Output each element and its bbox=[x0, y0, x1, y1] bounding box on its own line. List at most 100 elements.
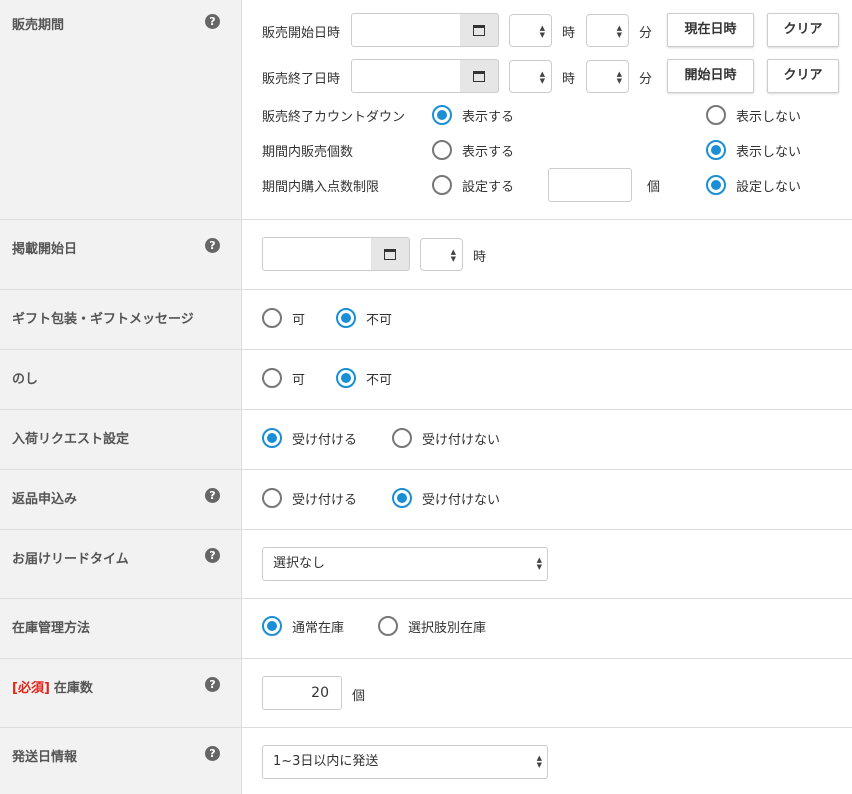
hour-unit: 時 bbox=[473, 250, 487, 265]
returns-reject-radio[interactable] bbox=[392, 488, 412, 508]
limit-set-radio[interactable] bbox=[432, 175, 452, 195]
help-icon[interactable]: ? bbox=[205, 746, 220, 761]
limit-set-label: 設定する bbox=[462, 180, 515, 195]
stock-normal-label: 通常在庫 bbox=[292, 621, 345, 636]
count-show-radio[interactable] bbox=[432, 140, 452, 160]
label-column: お届けリードタイム ? bbox=[0, 530, 242, 598]
sales-period-label: 販売期間 bbox=[12, 18, 65, 33]
noshi-no-label: 不可 bbox=[366, 373, 393, 388]
lead-time-select[interactable]: 選択なし ▲ ▼ bbox=[262, 547, 548, 581]
returns-accept-radio[interactable] bbox=[262, 488, 282, 508]
label-column: 返品申込み ? bbox=[0, 470, 242, 529]
publish-start-date-input[interactable] bbox=[262, 237, 372, 271]
restock-request-row: 入荷リクエスト設定 受け付ける 受け付けない bbox=[0, 410, 852, 470]
purchase-limit-input[interactable] bbox=[548, 168, 632, 202]
restock-accept-radio[interactable] bbox=[262, 428, 282, 448]
calendar-icon bbox=[384, 249, 396, 260]
label-column: [必須] 在庫数 ? bbox=[0, 659, 242, 727]
stock-method-label: 在庫管理方法 bbox=[12, 621, 91, 636]
limit-unset-radio[interactable] bbox=[706, 175, 726, 195]
calendar-icon bbox=[473, 71, 485, 82]
clear-end-button[interactable]: クリア bbox=[767, 59, 839, 93]
limit-unit: 個 bbox=[647, 180, 661, 195]
minute-unit: 分 bbox=[639, 26, 653, 41]
stock-normal-radio[interactable] bbox=[262, 616, 282, 636]
label-column: 在庫管理方法 bbox=[0, 599, 242, 658]
label-column: のし bbox=[0, 350, 242, 409]
calendar-icon bbox=[473, 25, 485, 36]
required-badge: [必須] bbox=[12, 681, 50, 696]
help-icon[interactable]: ? bbox=[205, 677, 220, 692]
noshi-no-radio[interactable] bbox=[336, 368, 356, 388]
gift-yes-radio[interactable] bbox=[262, 308, 282, 328]
label-column: 販売期間 ? bbox=[0, 0, 242, 219]
gift-yes-label: 可 bbox=[292, 313, 306, 328]
help-icon[interactable]: ? bbox=[205, 238, 220, 253]
help-icon[interactable]: ? bbox=[205, 14, 220, 29]
hour-unit: 時 bbox=[562, 26, 576, 41]
sales-end-minute-select[interactable]: ▲ ▼ bbox=[586, 60, 629, 93]
publish-start-calendar-button[interactable] bbox=[371, 237, 410, 271]
chevron-updown-icon: ▲ ▼ bbox=[536, 556, 542, 571]
gift-no-radio[interactable] bbox=[336, 308, 356, 328]
sales-start-minute-select[interactable]: ▲ ▼ bbox=[586, 14, 629, 47]
help-icon[interactable]: ? bbox=[205, 548, 220, 563]
clear-start-button[interactable]: クリア bbox=[767, 13, 839, 47]
sales-count-label: 期間内販売個数 bbox=[262, 145, 354, 160]
countdown-hide-label: 表示しない bbox=[736, 110, 802, 125]
returns-reject-label: 受け付けない bbox=[422, 493, 501, 508]
label-column: 発送日情報 ? bbox=[0, 728, 242, 794]
start-datetime-button[interactable]: 開始日時 bbox=[667, 59, 754, 93]
returns-row: 返品申込み ? 受け付ける 受け付けない bbox=[0, 470, 852, 530]
count-hide-radio[interactable] bbox=[706, 140, 726, 160]
returns-label: 返品申込み bbox=[12, 492, 78, 507]
stock-by-option-label: 選択肢別在庫 bbox=[408, 621, 487, 636]
help-icon[interactable]: ? bbox=[205, 488, 220, 503]
countdown-show-radio[interactable] bbox=[432, 105, 452, 125]
noshi-yes-radio[interactable] bbox=[262, 368, 282, 388]
lead-time-label: お届けリードタイム bbox=[12, 552, 129, 567]
sales-end-label: 販売終了日時 bbox=[262, 72, 341, 87]
minute-unit: 分 bbox=[639, 72, 653, 87]
returns-accept-label: 受け付ける bbox=[292, 493, 358, 508]
stock-count-input[interactable]: 20 bbox=[262, 676, 342, 710]
sales-start-date-input[interactable] bbox=[351, 13, 461, 47]
stock-by-option-radio[interactable] bbox=[378, 616, 398, 636]
hour-unit: 時 bbox=[562, 72, 576, 87]
countdown-label: 販売終了カウントダウン bbox=[262, 110, 406, 125]
stock-count-row: [必須] 在庫数 ? 20 個 bbox=[0, 659, 852, 728]
gift-row: ギフト包装・ギフトメッセージ 可 不可 bbox=[0, 290, 852, 350]
noshi-yes-label: 可 bbox=[292, 373, 306, 388]
purchase-limit-label: 期間内購入点数制限 bbox=[262, 180, 380, 195]
label-column: ギフト包装・ギフトメッセージ bbox=[0, 290, 242, 349]
stock-count-label: 在庫数 bbox=[53, 681, 93, 696]
sales-end-calendar-button[interactable] bbox=[460, 59, 499, 93]
gift-no-label: 不可 bbox=[366, 313, 393, 328]
restock-accept-label: 受け付ける bbox=[292, 433, 358, 448]
limit-unset-label: 設定しない bbox=[736, 180, 802, 195]
shipping-info-selected: 1~3日以内に発送 bbox=[273, 754, 379, 769]
sales-start-hour-select[interactable]: ▲ ▼ bbox=[509, 14, 552, 47]
sales-end-hour-select[interactable]: ▲ ▼ bbox=[509, 60, 552, 93]
now-datetime-button[interactable]: 現在日時 bbox=[667, 13, 754, 47]
stock-count-label-group: [必須] 在庫数 bbox=[12, 677, 93, 696]
sales-end-date-input[interactable] bbox=[351, 59, 461, 93]
publish-start-row: 掲載開始日 ? ▲ ▼ 時 bbox=[0, 220, 852, 290]
noshi-row: のし 可 不可 bbox=[0, 350, 852, 410]
shipping-info-select[interactable]: 1~3日以内に発送 ▲ ▼ bbox=[262, 745, 548, 779]
countdown-show-label: 表示する bbox=[462, 110, 515, 125]
restock-reject-radio[interactable] bbox=[392, 428, 412, 448]
sales-start-label: 販売開始日時 bbox=[262, 26, 341, 41]
publish-start-label: 掲載開始日 bbox=[12, 242, 78, 257]
sales-period-row: 販売期間 ? 販売開始日時 ▲ ▼ 時 ▲ ▼ 分 現在日時 クリア 販売終了日時 … bbox=[0, 0, 852, 220]
chevron-updown-icon: ▲ ▼ bbox=[536, 754, 542, 769]
label-column: 入荷リクエスト設定 bbox=[0, 410, 242, 469]
lead-time-selected: 選択なし bbox=[273, 556, 326, 571]
publish-start-hour-select[interactable]: ▲ ▼ bbox=[420, 238, 463, 271]
shipping-info-label: 発送日情報 bbox=[12, 750, 78, 765]
countdown-hide-radio[interactable] bbox=[706, 105, 726, 125]
sales-start-calendar-button[interactable] bbox=[460, 13, 499, 47]
shipping-info-row: 発送日情報 ? 1~3日以内に発送 ▲ ▼ bbox=[0, 728, 852, 794]
restock-request-label: 入荷リクエスト設定 bbox=[12, 432, 130, 447]
count-hide-label: 表示しない bbox=[736, 145, 802, 160]
